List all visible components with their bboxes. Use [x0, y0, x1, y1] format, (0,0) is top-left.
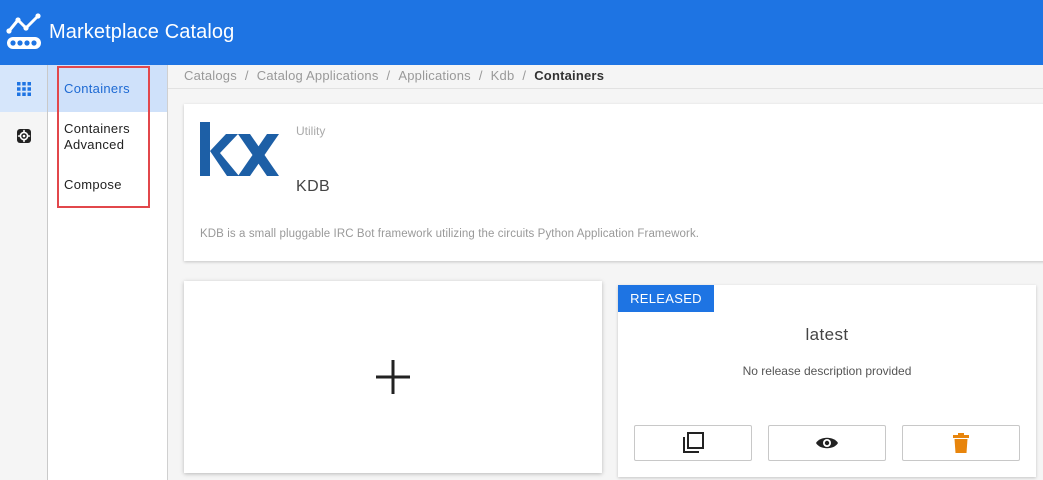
status-badge: RELEASED — [618, 285, 714, 312]
icon-rail — [0, 65, 48, 480]
app-header: Marketplace Catalog — [0, 0, 1043, 65]
copy-icon — [683, 432, 704, 453]
breadcrumb-divider — [168, 88, 1043, 89]
release-card: RELEASED latest No release description p… — [618, 285, 1036, 477]
kx-logo-icon — [200, 122, 279, 176]
copy-release-button[interactable] — [634, 425, 752, 461]
rail-item-catalog[interactable] — [0, 65, 47, 112]
sub-navigation: Containers Containers Advanced Compose — [48, 65, 168, 480]
app-category: Utility — [296, 124, 326, 138]
release-version: latest — [805, 325, 849, 344]
breadcrumb-link-applications[interactable]: Applications — [398, 68, 471, 83]
app-info-card: Utility KDB KDB is a small pluggable IRC… — [184, 104, 1043, 261]
grid-icon — [16, 81, 31, 96]
breadcrumb-current: Containers — [534, 68, 605, 83]
subnav-item-containers-advanced[interactable]: Containers Advanced — [48, 121, 138, 153]
subnav-item-label: Containers Advanced — [64, 121, 130, 152]
breadcrumb-separator: / — [522, 68, 527, 83]
subnav-item-compose[interactable]: Compose — [48, 177, 167, 193]
breadcrumb-separator: / — [478, 68, 483, 83]
app-title: Marketplace Catalog — [49, 21, 235, 43]
breadcrumb-link-catalog-applications[interactable]: Catalog Applications — [257, 68, 379, 83]
breadcrumb-separator: / — [386, 68, 391, 83]
release-description: No release description provided — [742, 364, 912, 378]
breadcrumb: Catalogs / Catalog Applications / Applicatio… — [184, 68, 604, 83]
app-name: KDB — [296, 178, 331, 195]
breadcrumb-separator: / — [244, 68, 249, 83]
plus-icon — [376, 360, 410, 394]
line-chart-conveyor-icon — [6, 12, 41, 49]
eye-icon — [816, 437, 838, 449]
add-release-card[interactable] — [184, 281, 602, 473]
breadcrumb-link-kdb[interactable]: Kdb — [491, 68, 515, 83]
subnav-item-label: Containers — [64, 81, 130, 96]
view-release-button[interactable] — [768, 425, 886, 461]
delete-release-button[interactable] — [902, 425, 1020, 461]
rail-item-settings[interactable] — [0, 112, 47, 159]
trash-icon — [953, 433, 969, 453]
app-description: KDB is a small pluggable IRC Bot framewo… — [200, 228, 700, 240]
breadcrumb-link-catalogs[interactable]: Catalogs — [184, 68, 237, 83]
subnav-item-containers[interactable]: Containers — [48, 65, 167, 112]
gear-icon — [16, 128, 31, 143]
subnav-item-label: Compose — [64, 177, 122, 192]
